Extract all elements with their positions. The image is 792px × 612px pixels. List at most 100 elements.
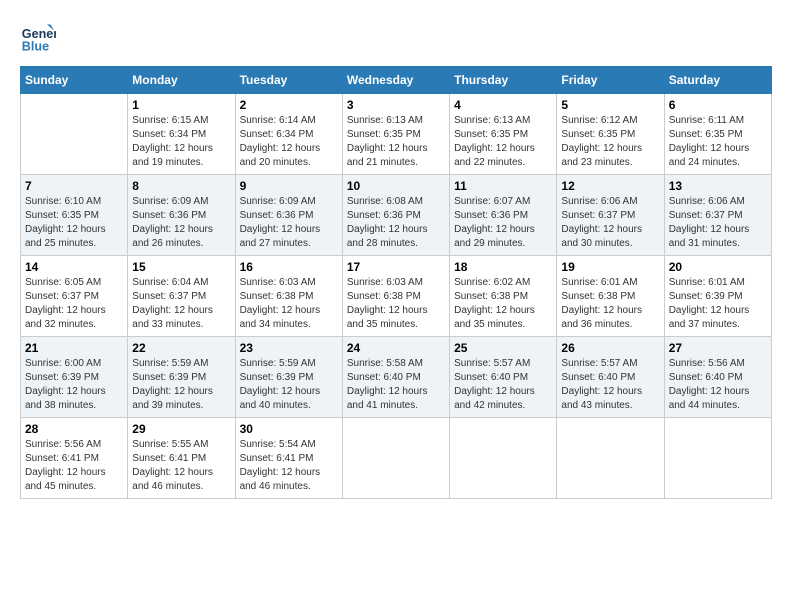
calendar-cell: 21Sunrise: 6:00 AMSunset: 6:39 PMDayligh…	[21, 337, 128, 418]
day-number: 22	[132, 341, 230, 355]
calendar-cell: 25 Sunrise: 5:57 AMSunset: 6:40 PMDayligh…	[450, 337, 557, 418]
calendar-cell: 5 Sunrise: 6:12 AMSunset: 6:35 PMDaylight…	[557, 94, 664, 175]
calendar-cell	[450, 418, 557, 499]
day-number: 5	[561, 98, 659, 112]
calendar-cell: 1 Sunrise: 6:15 AMSunset: 6:34 PMDaylight…	[128, 94, 235, 175]
week-row-2: 7 Sunrise: 6:10 AMSunset: 6:35 PMDaylight…	[21, 175, 772, 256]
day-info: Sunrise: 6:13 AMSunset: 6:35 PMDaylight:…	[454, 114, 552, 170]
calendar-cell: 17Sunrise: 6:03 AMSunset: 6:38 PMDayligh…	[342, 256, 449, 337]
day-info: Sunrise: 5:54 AMSunset: 6:41 PMDaylight:…	[240, 438, 338, 494]
day-info: Sunrise: 6:02 AMSunset: 6:38 PMDaylight:…	[454, 276, 552, 332]
day-info: Sunrise: 5:56 AMSunset: 6:41 PMDaylight:…	[25, 438, 123, 494]
day-number: 13	[669, 179, 767, 193]
week-row-3: 14 Sunrise: 6:05 AMSunset: 6:37 PMDayligh…	[21, 256, 772, 337]
day-info: Sunrise: 5:59 AMSunset: 6:39 PMDaylight:…	[240, 357, 338, 413]
calendar-cell: 29 Sunrise: 5:55 AMSunset: 6:41 PMDayligh…	[128, 418, 235, 499]
calendar-cell	[557, 418, 664, 499]
calendar-cell: 24 Sunrise: 5:58 AMSunset: 6:40 PMDayligh…	[342, 337, 449, 418]
day-number: 7	[25, 179, 123, 193]
day-number: 25	[454, 341, 552, 355]
day-number: 11	[454, 179, 552, 193]
day-number: 3	[347, 98, 445, 112]
day-number: 19	[561, 260, 659, 274]
calendar-cell	[21, 94, 128, 175]
calendar-cell: 3Sunrise: 6:13 AMSunset: 6:35 PMDaylight…	[342, 94, 449, 175]
day-info: Sunrise: 6:01 AMSunset: 6:39 PMDaylight:…	[669, 276, 767, 332]
weekday-header-tuesday: Tuesday	[235, 67, 342, 94]
day-info: Sunrise: 6:03 AMSunset: 6:38 PMDaylight:…	[240, 276, 338, 332]
day-info: Sunrise: 6:09 AMSunset: 6:36 PMDaylight:…	[240, 195, 338, 251]
day-info: Sunrise: 5:57 AMSunset: 6:40 PMDaylight:…	[561, 357, 659, 413]
calendar-cell: 26 Sunrise: 5:57 AMSunset: 6:40 PMDayligh…	[557, 337, 664, 418]
day-number: 24	[347, 341, 445, 355]
day-number: 20	[669, 260, 767, 274]
day-info: Sunrise: 6:04 AMSunset: 6:37 PMDaylight:…	[132, 276, 230, 332]
calendar-cell: 10 Sunrise: 6:08 AMSunset: 6:36 PMDayligh…	[342, 175, 449, 256]
calendar-cell: 6 Sunrise: 6:11 AMSunset: 6:35 PMDaylight…	[664, 94, 771, 175]
logo: General Blue	[20, 20, 60, 56]
day-info: Sunrise: 5:56 AMSunset: 6:40 PMDaylight:…	[669, 357, 767, 413]
calendar-table: SundayMondayTuesdayWednesdayThursdayFrid…	[20, 66, 772, 499]
calendar-cell: 15Sunrise: 6:04 AMSunset: 6:37 PMDayligh…	[128, 256, 235, 337]
weekday-header-sunday: Sunday	[21, 67, 128, 94]
calendar-cell: 12 Sunrise: 6:06 AMSunset: 6:37 PMDayligh…	[557, 175, 664, 256]
day-info: Sunrise: 6:05 AMSunset: 6:37 PMDaylight:…	[25, 276, 123, 332]
weekday-header-saturday: Saturday	[664, 67, 771, 94]
day-info: Sunrise: 6:15 AMSunset: 6:34 PMDaylight:…	[132, 114, 230, 170]
logo-icon: General Blue	[20, 20, 56, 56]
day-number: 12	[561, 179, 659, 193]
day-info: Sunrise: 5:55 AMSunset: 6:41 PMDaylight:…	[132, 438, 230, 494]
svg-text:Blue: Blue	[22, 40, 49, 54]
day-number: 4	[454, 98, 552, 112]
day-number: 27	[669, 341, 767, 355]
calendar-cell: 23Sunrise: 5:59 AMSunset: 6:39 PMDayligh…	[235, 337, 342, 418]
day-info: Sunrise: 6:01 AMSunset: 6:38 PMDaylight:…	[561, 276, 659, 332]
day-number: 16	[240, 260, 338, 274]
weekday-header-monday: Monday	[128, 67, 235, 94]
day-number: 9	[240, 179, 338, 193]
day-number: 10	[347, 179, 445, 193]
day-number: 1	[132, 98, 230, 112]
calendar-cell: 16 Sunrise: 6:03 AMSunset: 6:38 PMDayligh…	[235, 256, 342, 337]
day-info: Sunrise: 6:08 AMSunset: 6:36 PMDaylight:…	[347, 195, 445, 251]
weekday-header-thursday: Thursday	[450, 67, 557, 94]
week-row-5: 28 Sunrise: 5:56 AMSunset: 6:41 PMDayligh…	[21, 418, 772, 499]
calendar-cell: 8 Sunrise: 6:09 AMSunset: 6:36 PMDaylight…	[128, 175, 235, 256]
calendar-cell: 20 Sunrise: 6:01 AMSunset: 6:39 PMDayligh…	[664, 256, 771, 337]
page-header: General Blue	[20, 20, 772, 56]
calendar-cell: 19 Sunrise: 6:01 AMSunset: 6:38 PMDayligh…	[557, 256, 664, 337]
calendar-cell: 27 Sunrise: 5:56 AMSunset: 6:40 PMDayligh…	[664, 337, 771, 418]
day-number: 8	[132, 179, 230, 193]
calendar-cell: 18Sunrise: 6:02 AMSunset: 6:38 PMDayligh…	[450, 256, 557, 337]
calendar-cell: 4 Sunrise: 6:13 AMSunset: 6:35 PMDaylight…	[450, 94, 557, 175]
calendar-cell: 11Sunrise: 6:07 AMSunset: 6:36 PMDayligh…	[450, 175, 557, 256]
calendar-cell: 7 Sunrise: 6:10 AMSunset: 6:35 PMDaylight…	[21, 175, 128, 256]
calendar-cell: 30Sunrise: 5:54 AMSunset: 6:41 PMDayligh…	[235, 418, 342, 499]
day-info: Sunrise: 6:06 AMSunset: 6:37 PMDaylight:…	[669, 195, 767, 251]
calendar-cell	[342, 418, 449, 499]
day-info: Sunrise: 6:10 AMSunset: 6:35 PMDaylight:…	[25, 195, 123, 251]
day-number: 26	[561, 341, 659, 355]
calendar-cell: 14 Sunrise: 6:05 AMSunset: 6:37 PMDayligh…	[21, 256, 128, 337]
day-info: Sunrise: 6:11 AMSunset: 6:35 PMDaylight:…	[669, 114, 767, 170]
week-row-1: 1 Sunrise: 6:15 AMSunset: 6:34 PMDaylight…	[21, 94, 772, 175]
day-info: Sunrise: 6:00 AMSunset: 6:39 PMDaylight:…	[25, 357, 123, 413]
day-info: Sunrise: 6:14 AMSunset: 6:34 PMDaylight:…	[240, 114, 338, 170]
day-info: Sunrise: 6:06 AMSunset: 6:37 PMDaylight:…	[561, 195, 659, 251]
weekday-header-friday: Friday	[557, 67, 664, 94]
day-number: 14	[25, 260, 123, 274]
day-info: Sunrise: 5:57 AMSunset: 6:40 PMDaylight:…	[454, 357, 552, 413]
day-number: 6	[669, 98, 767, 112]
day-info: Sunrise: 6:09 AMSunset: 6:36 PMDaylight:…	[132, 195, 230, 251]
calendar-cell: 2Sunrise: 6:14 AMSunset: 6:34 PMDaylight…	[235, 94, 342, 175]
day-number: 28	[25, 422, 123, 436]
calendar-cell: 13 Sunrise: 6:06 AMSunset: 6:37 PMDayligh…	[664, 175, 771, 256]
calendar-cell	[664, 418, 771, 499]
day-info: Sunrise: 5:58 AMSunset: 6:40 PMDaylight:…	[347, 357, 445, 413]
calendar-cell: 28 Sunrise: 5:56 AMSunset: 6:41 PMDayligh…	[21, 418, 128, 499]
day-info: Sunrise: 6:12 AMSunset: 6:35 PMDaylight:…	[561, 114, 659, 170]
week-row-4: 21Sunrise: 6:00 AMSunset: 6:39 PMDayligh…	[21, 337, 772, 418]
day-number: 29	[132, 422, 230, 436]
calendar-cell: 22Sunrise: 5:59 AMSunset: 6:39 PMDayligh…	[128, 337, 235, 418]
day-info: Sunrise: 6:03 AMSunset: 6:38 PMDaylight:…	[347, 276, 445, 332]
